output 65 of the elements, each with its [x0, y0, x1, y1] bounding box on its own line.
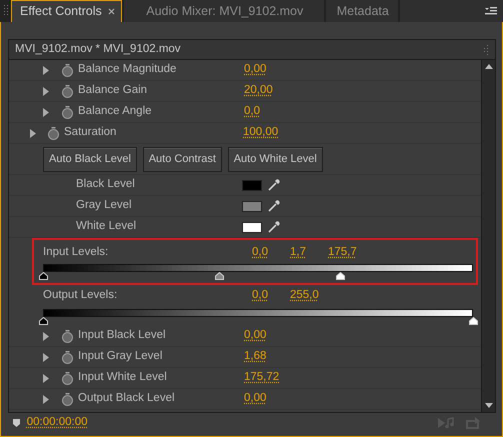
eyedropper-icon[interactable]	[268, 200, 280, 212]
levels-label: Output Levels:	[43, 288, 118, 304]
stopwatch-icon[interactable]	[62, 392, 73, 406]
menu-icon[interactable]	[485, 6, 497, 16]
param-label: Gray Level	[76, 198, 133, 214]
auto-button[interactable]: Auto Contrast	[142, 146, 222, 172]
expand-icon[interactable]	[42, 374, 50, 382]
clip-title: MVI_9102.mov * MVI_9102.mov	[15, 42, 181, 57]
param-value[interactable]: 175,72	[244, 369, 280, 387]
param-label: Balance Gain	[78, 83, 148, 98]
color-swatch[interactable]	[242, 200, 262, 212]
stopwatch-icon[interactable]	[62, 350, 73, 364]
levels-value[interactable]: 1,7	[290, 244, 306, 262]
param-label: Input Gray Level	[78, 349, 164, 364]
panel-tab[interactable]: Metadata	[326, 0, 398, 22]
auto-button[interactable]: Auto Black Level	[43, 146, 137, 172]
param-label: Input White Level	[78, 370, 168, 386]
param-value[interactable]: 0,0	[244, 103, 260, 121]
param-label: Balance Magnitude	[78, 62, 178, 78]
param-value[interactable]: 100,00	[243, 124, 278, 142]
levels-value[interactable]: 175,7	[328, 244, 357, 262]
slider-handle[interactable]	[39, 272, 48, 280]
expand-icon[interactable]	[42, 86, 50, 96]
param-label: Saturation	[64, 125, 118, 140]
scrollbar[interactable]	[481, 60, 495, 412]
param-value[interactable]: 0,00	[244, 327, 266, 345]
levels-value[interactable]: 0,0	[252, 287, 268, 305]
scroll-up-icon[interactable]	[484, 64, 492, 69]
levels-value[interactable]: 0,0	[252, 244, 268, 262]
param-label: White Level	[76, 219, 138, 234]
expand-icon[interactable]	[42, 66, 50, 74]
color-swatch[interactable]	[242, 222, 262, 232]
expand-icon[interactable]	[42, 108, 50, 116]
stopwatch-icon[interactable]	[62, 372, 73, 384]
levels-label: Input Levels:	[43, 245, 110, 260]
expand-icon[interactable]	[42, 394, 50, 404]
levels-value[interactable]: 255,0	[290, 287, 319, 305]
expand-icon[interactable]	[29, 128, 37, 138]
color-swatch[interactable]	[242, 180, 262, 190]
stopwatch-icon[interactable]	[62, 64, 73, 76]
scroll-down-icon[interactable]	[484, 403, 492, 408]
param-value[interactable]: 0,00	[244, 390, 266, 408]
stopwatch-icon[interactable]	[62, 84, 73, 98]
expand-icon[interactable]	[42, 352, 50, 362]
param-value[interactable]: 0,00	[244, 61, 266, 79]
slider-handle[interactable]	[39, 317, 48, 325]
param-label: Input Black Level	[78, 328, 167, 344]
stopwatch-icon[interactable]	[62, 106, 73, 118]
param-label: Black Level	[76, 177, 136, 192]
stopwatch-icon[interactable]	[62, 330, 73, 342]
eyedropper-icon[interactable]	[268, 179, 280, 191]
timecode[interactable]: 00:00:00:00	[26, 414, 88, 432]
param-value[interactable]: 20,00	[244, 82, 273, 100]
expand-icon[interactable]	[42, 332, 50, 340]
close-icon[interactable]	[108, 8, 115, 15]
panel-tab[interactable]: Audio Mixer: MVI_9102.mov	[124, 0, 324, 22]
slider-handle[interactable]	[469, 317, 478, 325]
stopwatch-icon[interactable]	[48, 126, 59, 140]
marker-icon[interactable]	[12, 418, 21, 428]
eyedropper-icon[interactable]	[268, 221, 280, 233]
param-value[interactable]: 1,68	[244, 348, 266, 366]
panel-tab[interactable]: Effect Controls	[11, 0, 122, 22]
param-label: Output Black Level	[78, 391, 176, 406]
param-label: Balance Angle	[78, 104, 153, 120]
auto-button[interactable]: Auto White Level	[228, 146, 323, 172]
